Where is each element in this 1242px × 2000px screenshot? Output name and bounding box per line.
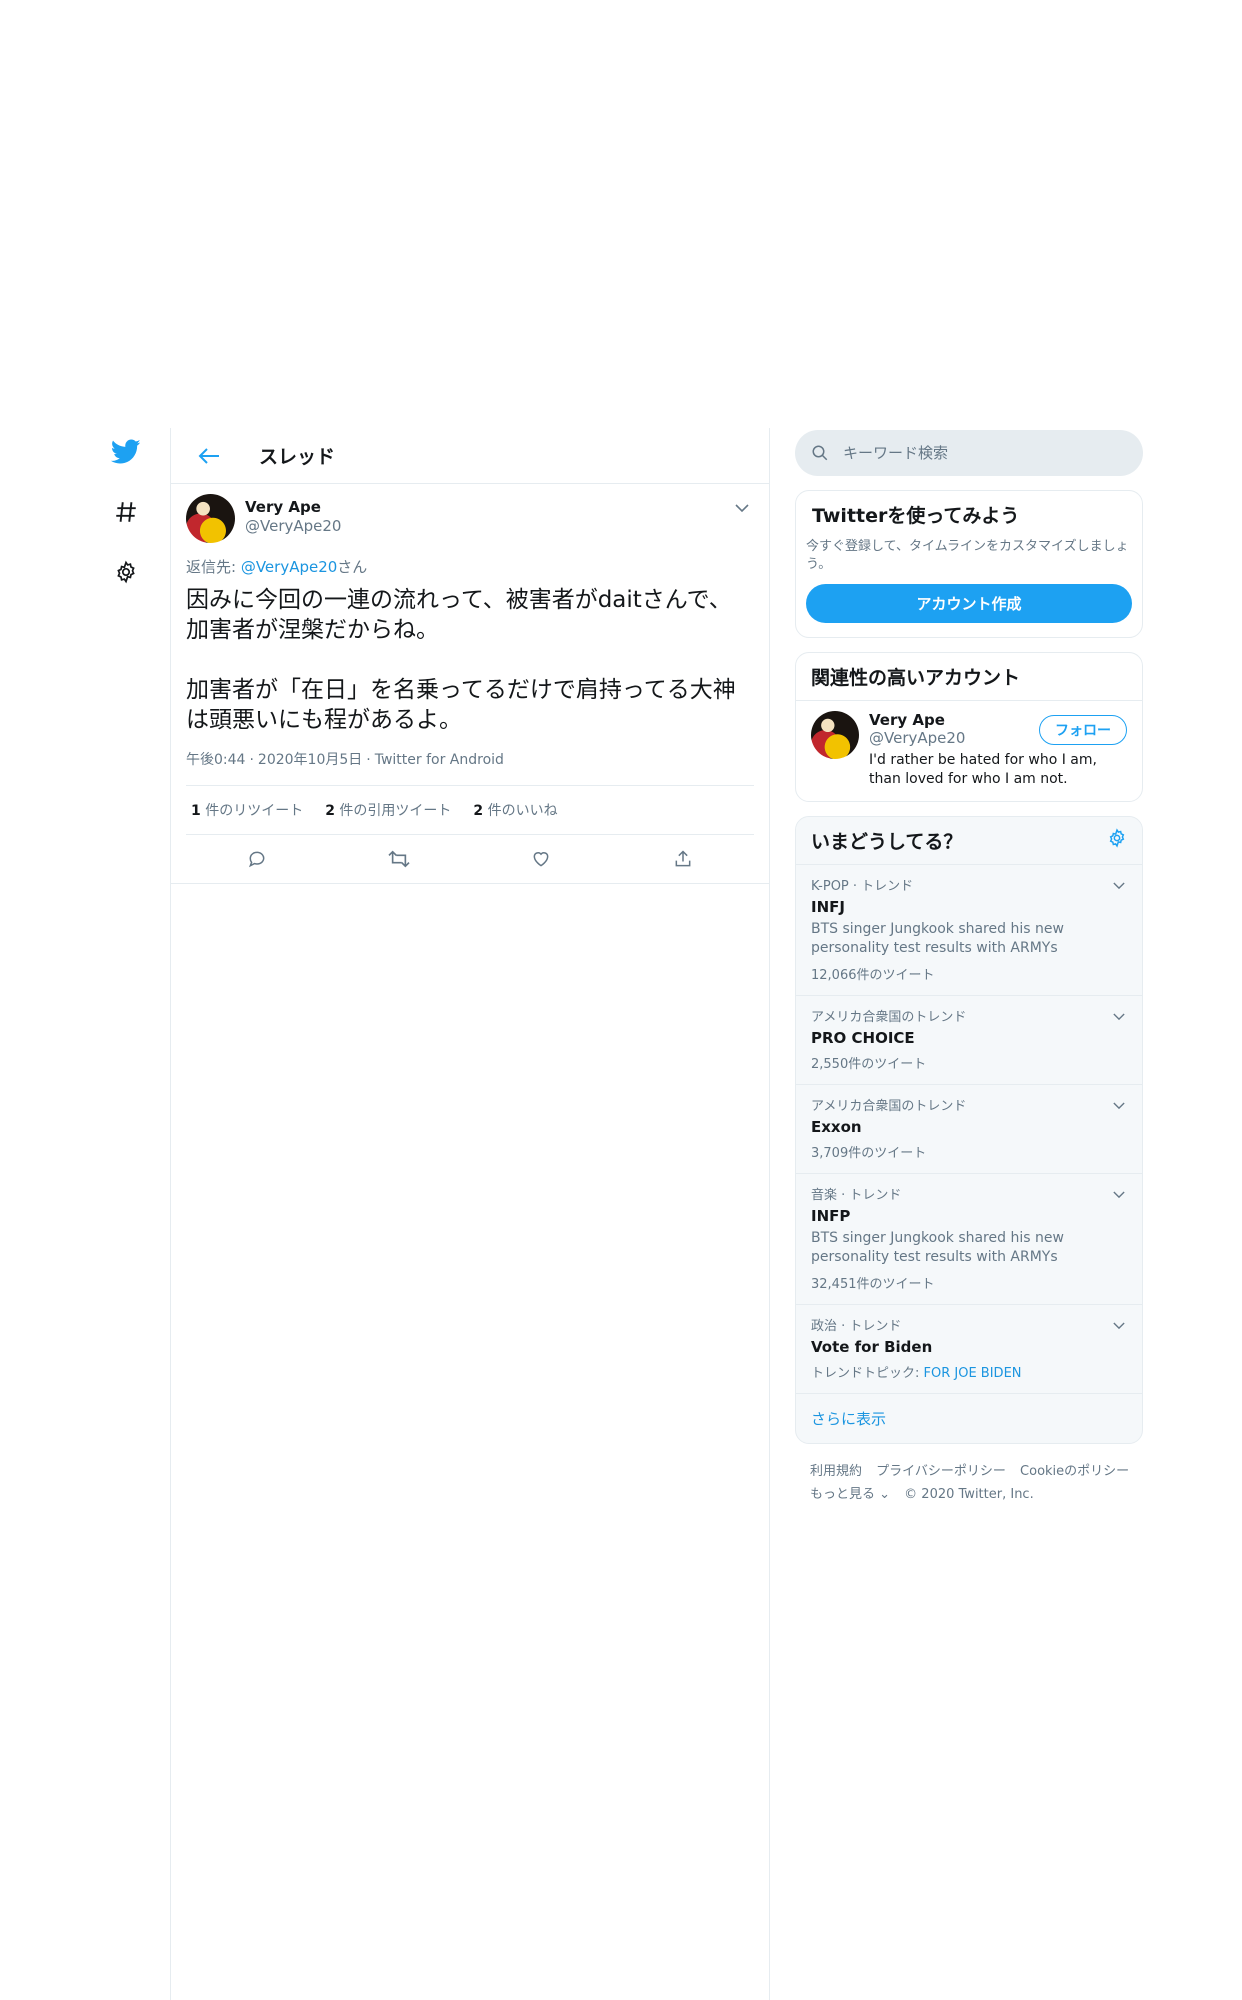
- more-link[interactable]: もっと見る ⌄: [810, 1487, 890, 1502]
- trend-count: 3,709件のツイート: [811, 1146, 927, 1161]
- right-sidebar: Twitterを使ってみよう 今すぐ登録して、タイムラインをカスタマイズしましょ…: [795, 430, 1143, 1506]
- signup-card: Twitterを使ってみよう 今すぐ登録して、タイムラインをカスタマイズしましょ…: [795, 490, 1143, 638]
- trend-context: アメリカ合衆国のトレンド: [811, 1099, 967, 1114]
- tweet-text: 因みに今回の一連の流れって、被害者がdaitさんで、 加害者が涅槃だからね。 加…: [186, 587, 736, 733]
- footer: 利用規約 プライバシーポリシー Cookieのポリシー もっと見る ⌄ © 20…: [795, 1460, 1143, 1506]
- reply-handle-link[interactable]: @VeryApe20: [241, 558, 337, 576]
- create-account-button[interactable]: アカウント作成: [806, 584, 1132, 623]
- main-column: スレッド Very Ape @VeryApe20 返信先: @VeryApe20…: [170, 428, 770, 2000]
- trend-name: PRO CHOICE: [811, 1029, 915, 1047]
- likes-label: 件のいいね: [483, 803, 558, 819]
- chevron-down-icon[interactable]: [1110, 1317, 1128, 1335]
- avatar[interactable]: [186, 494, 235, 543]
- trends-settings-gear-icon[interactable]: [1107, 828, 1127, 853]
- trend-count: 12,066件のツイート: [811, 968, 935, 983]
- trend-item[interactable]: K-POP · トレンド INFJ BTS singer Jungkook sh…: [796, 865, 1142, 996]
- back-arrow-icon[interactable]: [191, 438, 227, 474]
- thread-divider: [171, 883, 769, 884]
- quotes-label: 件の引用ツイート: [334, 803, 452, 819]
- trend-topic-link[interactable]: FOR JOE BIDEN: [924, 1366, 1022, 1381]
- reply-icon[interactable]: [239, 841, 275, 877]
- signup-description: 今すぐ登録して、タイムラインをカスタマイズしましょう。: [806, 539, 1129, 572]
- user-handle[interactable]: @VeryApe20: [245, 517, 341, 536]
- trends-card: いまどうしてる？ K-POP · トレンド INFJ BTS singer Ju…: [795, 816, 1143, 1444]
- chevron-down-icon[interactable]: [1110, 1008, 1128, 1026]
- trend-item[interactable]: 政治 · トレンド Vote for Biden トレンドトピック: FOR J…: [796, 1305, 1142, 1394]
- trend-context: 音楽 · トレンド: [811, 1188, 902, 1203]
- trend-description: BTS singer Jungkook shared his new perso…: [811, 1230, 1064, 1265]
- quotes-count: 2: [325, 803, 335, 819]
- thread-header: スレッド: [171, 428, 769, 484]
- retweet-icon[interactable]: [381, 841, 417, 877]
- related-accounts-card: 関連性の高いアカウント Very Ape @VeryApe20 I'd rath…: [795, 652, 1143, 802]
- chevron-down-icon[interactable]: [730, 496, 754, 520]
- signup-title: Twitterを使ってみよう: [812, 505, 1020, 527]
- trend-count: 32,451件のツイート: [811, 1277, 935, 1292]
- settings-gear-icon[interactable]: [104, 550, 148, 594]
- tweet-meta: 午後0:44 · 2020年10月5日 · Twitter for Android: [186, 749, 754, 786]
- search-box[interactable]: [795, 430, 1143, 476]
- chevron-down-icon[interactable]: [1110, 1186, 1128, 1204]
- chevron-down-icon[interactable]: [1110, 1097, 1128, 1115]
- trend-name: INFP: [811, 1207, 851, 1225]
- trend-context: アメリカ合衆国のトレンド: [811, 1010, 967, 1025]
- retweets-count: 1: [191, 803, 201, 819]
- explore-hashtag-icon[interactable]: [104, 490, 148, 534]
- trend-name: INFJ: [811, 898, 845, 916]
- tweet-actions: [186, 835, 754, 883]
- tweet-time[interactable]: 午後0:44: [186, 752, 245, 768]
- twitter-logo-icon[interactable]: [104, 430, 148, 474]
- trend-topic: トレンドトピック: FOR JOE BIDEN: [811, 1362, 1127, 1381]
- copyright: © 2020 Twitter, Inc.: [904, 1487, 1034, 1502]
- related-account[interactable]: Very Ape @VeryApe20 I'd rather be hated …: [796, 701, 1142, 801]
- trend-name: Vote for Biden: [811, 1338, 933, 1356]
- trend-item[interactable]: アメリカ合衆国のトレンド Exxon 3,709件のツイート: [796, 1085, 1142, 1174]
- trends-title: いまどうしてる？: [811, 831, 963, 853]
- tweet-stats: 1 件のリツイート 2 件の引用ツイート 2 件のいいね: [186, 786, 754, 835]
- show-more-link[interactable]: さらに表示: [796, 1394, 1142, 1443]
- tweet: Very Ape @VeryApe20 返信先: @VeryApe20さん 因み…: [171, 484, 769, 883]
- likes-count: 2: [473, 803, 484, 819]
- search-icon: [812, 445, 828, 461]
- terms-link[interactable]: 利用規約: [810, 1464, 862, 1479]
- tweet-date[interactable]: 2020年10月5日: [258, 752, 362, 768]
- page-title: スレッド: [259, 446, 336, 468]
- tweet-source[interactable]: Twitter for Android: [375, 752, 504, 768]
- like-heart-icon[interactable]: [523, 841, 559, 877]
- quotes-stat[interactable]: 2 件の引用ツイート: [325, 800, 451, 820]
- meta-separator: ·: [249, 752, 254, 768]
- chevron-down-icon[interactable]: [1110, 877, 1128, 895]
- tweet-header: Very Ape @VeryApe20: [186, 494, 754, 543]
- meta-separator: ·: [366, 752, 371, 768]
- retweets-stat[interactable]: 1 件のリツイート: [191, 800, 303, 820]
- related-bio: I'd rather be hated for who I am, than l…: [869, 752, 1097, 787]
- trend-name: Exxon: [811, 1118, 862, 1136]
- trend-context: 政治 · トレンド: [811, 1319, 902, 1334]
- cookie-link[interactable]: Cookieのポリシー: [1020, 1464, 1129, 1479]
- reply-suffix: さん: [337, 558, 368, 576]
- reply-to: 返信先: @VeryApe20さん: [186, 556, 754, 577]
- trend-item[interactable]: アメリカ合衆国のトレンド PRO CHOICE 2,550件のツイート: [796, 996, 1142, 1085]
- left-nav: [104, 430, 148, 610]
- privacy-link[interactable]: プライバシーポリシー: [876, 1464, 1006, 1479]
- follow-button[interactable]: フォロー: [1039, 715, 1127, 745]
- trend-item[interactable]: 音楽 · トレンド INFP BTS singer Jungkook share…: [796, 1174, 1142, 1305]
- retweets-label: 件のリツイート: [200, 803, 304, 819]
- trend-context: K-POP · トレンド: [811, 879, 914, 894]
- reply-prefix: 返信先:: [186, 558, 241, 576]
- page: スレッド Very Ape @VeryApe20 返信先: @VeryApe20…: [0, 0, 1242, 2000]
- share-icon[interactable]: [665, 841, 701, 877]
- footer-row: もっと見る ⌄ © 2020 Twitter, Inc.: [810, 1483, 1143, 1506]
- likes-stat[interactable]: 2 件のいいね: [473, 800, 557, 820]
- trend-topic-label: トレンドトピック:: [811, 1366, 924, 1381]
- footer-row: 利用規約 プライバシーポリシー Cookieのポリシー: [810, 1460, 1143, 1483]
- search-input[interactable]: [843, 444, 1103, 462]
- related-title: 関連性の高いアカウント: [796, 653, 1142, 701]
- user-block: Very Ape @VeryApe20: [245, 494, 341, 536]
- trend-description: BTS singer Jungkook shared his new perso…: [811, 921, 1064, 956]
- user-name[interactable]: Very Ape: [245, 498, 341, 517]
- trends-header: いまどうしてる？: [796, 817, 1142, 865]
- trend-count: 2,550件のツイート: [811, 1057, 927, 1072]
- avatar[interactable]: [811, 711, 859, 759]
